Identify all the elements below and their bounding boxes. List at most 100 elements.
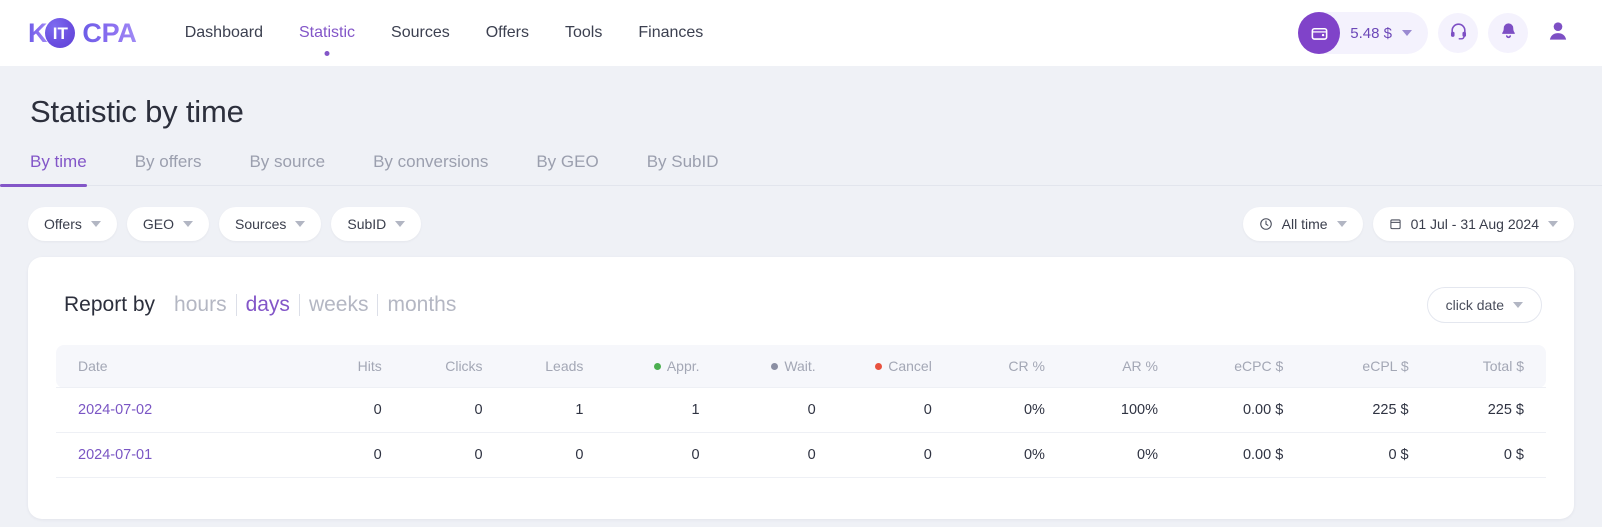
report-by-label: Report by xyxy=(64,293,156,316)
main-nav: Dashboard Statistic Sources Offers Tools… xyxy=(167,0,722,66)
cell-ecpc: 0.00 $ xyxy=(1169,387,1296,433)
cell-ecpl: 225 $ xyxy=(1295,387,1421,433)
date-link[interactable]: 2024-07-01 xyxy=(78,447,152,463)
nav-item-finances[interactable]: Finances xyxy=(620,0,721,66)
filter-subid-dropdown[interactable]: SubID xyxy=(331,207,422,241)
cell-clicks: 0 xyxy=(393,432,495,478)
column-header-ecpc[interactable]: eCPC $ xyxy=(1169,345,1296,388)
filter-sources-dropdown[interactable]: Sources xyxy=(219,207,322,241)
filters-row: Offers GEO Sources SubID All time 01 Jul… xyxy=(28,186,1574,241)
column-header-waiting[interactable]: Wait. xyxy=(711,345,828,388)
column-header-ar[interactable]: AR % xyxy=(1056,345,1170,388)
tab-by-time[interactable]: By time xyxy=(0,152,111,187)
statistic-tabs-container: By time By offers By source By conversio… xyxy=(0,152,1602,187)
cell-total: 0 $ xyxy=(1420,432,1546,478)
filter-sources-label: Sources xyxy=(235,216,287,232)
column-header-cancel[interactable]: Cancel xyxy=(827,345,944,388)
headset-icon xyxy=(1449,21,1468,45)
column-header-approved[interactable]: Appr. xyxy=(595,345,712,388)
table-header: Date Hits Clicks Leads Appr. Wait. Cance… xyxy=(56,345,1546,388)
page-title: Statistic by time xyxy=(30,94,244,129)
cell-waiting: 0 xyxy=(711,432,828,478)
brand-logo-text-k: K xyxy=(28,17,48,48)
granularity-months[interactable]: months xyxy=(378,293,465,317)
column-header-approved-label: Appr. xyxy=(666,358,700,374)
balance-amount: 5.48 $ xyxy=(1350,24,1392,42)
period-preset-dropdown[interactable]: All time xyxy=(1242,207,1363,241)
cell-cancel: 0 xyxy=(827,387,944,433)
cell-clicks: 0 xyxy=(393,387,495,433)
table-row: 2024-07-02 0 0 1 1 0 0 0% 100% 0.00 $ 22… xyxy=(56,387,1546,433)
filter-offers-dropdown[interactable]: Offers xyxy=(28,207,117,241)
chevron-down-icon xyxy=(1513,302,1523,308)
cell-approved: 0 xyxy=(595,432,712,478)
support-button[interactable] xyxy=(1438,13,1478,53)
table-header-row: Date Hits Clicks Leads Appr. Wait. Cance… xyxy=(56,345,1546,388)
date-range-dropdown[interactable]: 01 Jul - 31 Aug 2024 xyxy=(1372,207,1574,241)
tab-by-subid[interactable]: By SubID xyxy=(645,152,743,186)
column-header-hits[interactable]: Hits xyxy=(292,345,394,388)
column-header-cancel-label: Cancel xyxy=(888,358,932,374)
chevron-down-icon xyxy=(295,221,306,227)
status-dot-approved xyxy=(653,363,661,370)
chevron-down-icon xyxy=(1548,221,1558,227)
column-header-ecpl[interactable]: eCPL $ xyxy=(1295,345,1421,388)
balance-button[interactable]: 5.48 $ xyxy=(1298,12,1428,54)
chevron-down-icon xyxy=(395,221,406,227)
bell-icon xyxy=(1499,21,1518,45)
column-header-total[interactable]: Total $ xyxy=(1420,345,1546,388)
granularity-weeks[interactable]: weeks xyxy=(300,293,378,317)
status-dot-waiting xyxy=(771,363,779,370)
chevron-down-icon xyxy=(90,221,101,227)
date-link[interactable]: 2024-07-02 xyxy=(78,402,152,418)
report-granularity-row: Report by hours days weeks months click … xyxy=(28,257,1574,323)
statistics-table-container: Date Hits Clicks Leads Appr. Wait. Cance… xyxy=(28,323,1574,478)
filter-subid-label: SubID xyxy=(347,216,387,232)
column-header-clicks[interactable]: Clicks xyxy=(393,345,495,388)
tab-by-offers[interactable]: By offers xyxy=(133,152,226,186)
nav-item-sources[interactable]: Sources xyxy=(373,0,468,66)
status-dot-cancel xyxy=(875,363,883,370)
nav-item-statistic[interactable]: Statistic xyxy=(281,0,373,66)
brand-logo-text-it: IT xyxy=(52,23,68,43)
filter-offers-label: Offers xyxy=(44,216,82,232)
cell-ecpl: 0 $ xyxy=(1295,432,1421,478)
cell-leads: 0 xyxy=(494,432,596,478)
notifications-button[interactable] xyxy=(1488,13,1528,53)
filter-geo-dropdown[interactable]: GEO xyxy=(126,207,209,241)
top-navigation-bar: K IT CPA Dashboard Statistic Sources Off… xyxy=(0,0,1602,66)
nav-item-tools[interactable]: Tools xyxy=(547,0,620,66)
statistic-tabs: By time By offers By source By conversio… xyxy=(0,152,1574,187)
user-avatar-button[interactable] xyxy=(1538,13,1578,53)
filters-left-group: Offers GEO Sources SubID xyxy=(28,207,422,241)
column-header-date[interactable]: Date xyxy=(56,345,293,388)
click-date-dropdown[interactable]: click date xyxy=(1426,287,1542,323)
cell-cr: 0% xyxy=(943,432,1057,478)
tab-by-source[interactable]: By source xyxy=(247,152,349,186)
cell-cancel: 0 xyxy=(827,432,944,478)
cell-date: 2024-07-01 xyxy=(56,432,293,478)
cell-cr: 0% xyxy=(943,387,1057,433)
cell-ar: 100% xyxy=(1056,387,1170,433)
cell-approved: 1 xyxy=(595,387,712,433)
user-avatar-icon xyxy=(1545,18,1571,49)
granularity-hours[interactable]: hours xyxy=(165,293,236,317)
chevron-down-icon xyxy=(183,221,193,227)
cell-ar: 0% xyxy=(1056,432,1170,478)
brand-logo[interactable]: K IT CPA xyxy=(28,18,137,48)
granularity-days[interactable]: days xyxy=(237,293,299,317)
chevron-down-icon xyxy=(1402,30,1412,36)
nav-item-dashboard[interactable]: Dashboard xyxy=(167,0,281,66)
filters-right-group: All time 01 Jul - 31 Aug 2024 xyxy=(1242,207,1574,241)
cell-date: 2024-07-02 xyxy=(56,387,293,433)
tab-by-conversions[interactable]: By conversions xyxy=(371,152,512,186)
chevron-down-icon xyxy=(1336,221,1347,227)
cell-ecpc: 0.00 $ xyxy=(1169,432,1296,478)
column-header-leads[interactable]: Leads xyxy=(494,345,596,388)
cell-hits: 0 xyxy=(292,432,394,478)
column-header-waiting-label: Wait. xyxy=(784,358,816,374)
brand-logo-badge: IT xyxy=(45,18,76,48)
column-header-cr[interactable]: CR % xyxy=(943,345,1057,388)
nav-item-offers[interactable]: Offers xyxy=(468,0,547,66)
tab-by-geo[interactable]: By GEO xyxy=(534,152,622,186)
